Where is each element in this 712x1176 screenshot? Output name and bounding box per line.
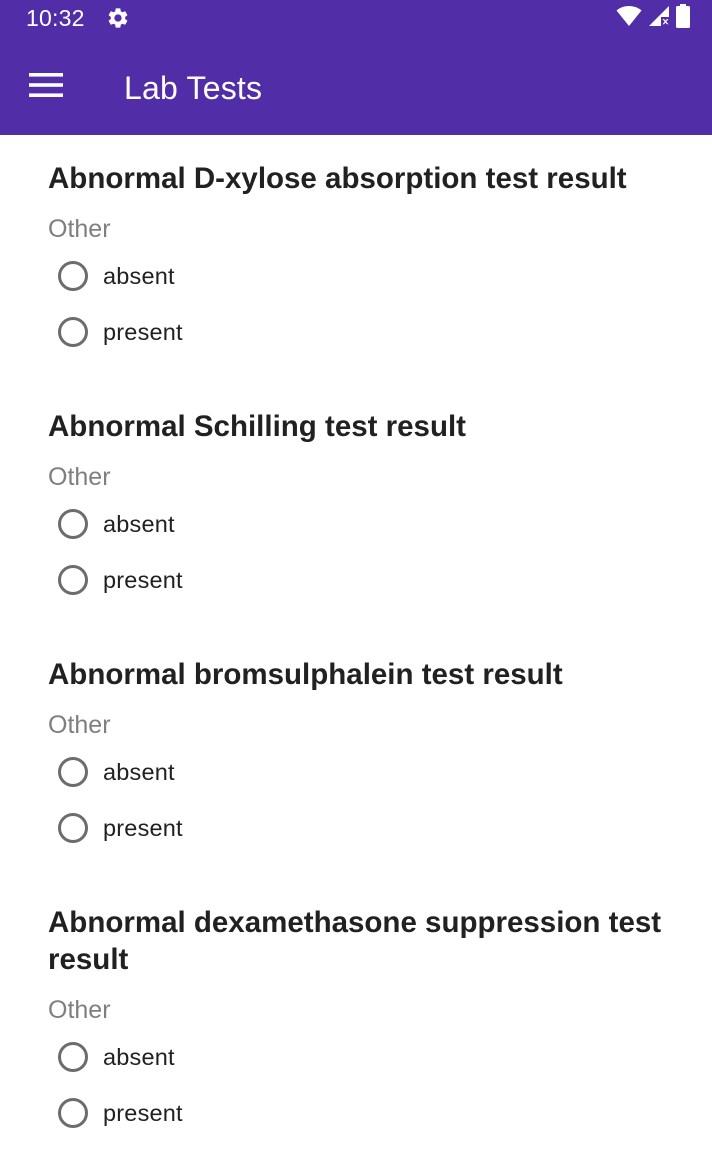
question-category: Other: [48, 711, 111, 739]
option-label: present: [103, 567, 183, 593]
question-title: Abnormal dexamethasone suppression test …: [48, 906, 662, 976]
option-present[interactable]: present: [48, 304, 676, 360]
question-card: Abnormal D-xylose absorption test result…: [48, 160, 676, 360]
option-label: absent: [103, 263, 175, 289]
option-label: absent: [103, 511, 175, 537]
option-present[interactable]: present: [48, 800, 676, 856]
option-label: absent: [103, 1044, 175, 1070]
status-bar: 10:32: [0, 0, 712, 36]
radio-button[interactable]: [58, 1042, 88, 1072]
option-label: present: [103, 815, 183, 841]
question-card: Abnormal dexamethasone suppression test …: [48, 904, 676, 1141]
question-card: Abnormal Schilling test result Other abs…: [48, 408, 676, 608]
app-title: Lab Tests: [124, 70, 263, 106]
battery-icon: [676, 3, 690, 33]
question-category: Other: [48, 463, 111, 491]
menu-button[interactable]: [18, 59, 74, 115]
option-present[interactable]: present: [48, 552, 676, 608]
radio-button[interactable]: [58, 261, 88, 291]
status-icons: [616, 3, 690, 33]
question-card: Abnormal bromsulphalein test result Othe…: [48, 656, 676, 856]
wifi-icon: [616, 5, 642, 32]
app-bar: Lab Tests: [0, 36, 712, 135]
hamburger-menu-icon: [29, 72, 63, 102]
radio-button[interactable]: [58, 813, 88, 843]
settings-gear-icon: [106, 6, 130, 30]
question-title: Abnormal Schilling test result: [48, 410, 466, 443]
option-label: absent: [103, 759, 175, 785]
radio-button[interactable]: [58, 565, 88, 595]
question-category: Other: [48, 996, 111, 1024]
question-list[interactable]: Abnormal D-xylose absorption test result…: [0, 135, 712, 1176]
question-title: Abnormal D-xylose absorption test result: [48, 162, 627, 195]
option-label: present: [103, 319, 183, 345]
cell-signal-icon: [648, 5, 670, 32]
option-absent[interactable]: absent: [48, 1029, 676, 1085]
option-present[interactable]: present: [48, 1085, 676, 1141]
option-absent[interactable]: absent: [48, 248, 676, 304]
question-category: Other: [48, 215, 111, 243]
radio-button[interactable]: [58, 317, 88, 347]
status-time: 10:32: [26, 5, 85, 31]
question-title: Abnormal bromsulphalein test result: [48, 658, 563, 691]
radio-button[interactable]: [58, 509, 88, 539]
option-absent[interactable]: absent: [48, 496, 676, 552]
radio-button[interactable]: [58, 1098, 88, 1128]
radio-button[interactable]: [58, 757, 88, 787]
option-label: present: [103, 1100, 183, 1126]
option-absent[interactable]: absent: [48, 744, 676, 800]
